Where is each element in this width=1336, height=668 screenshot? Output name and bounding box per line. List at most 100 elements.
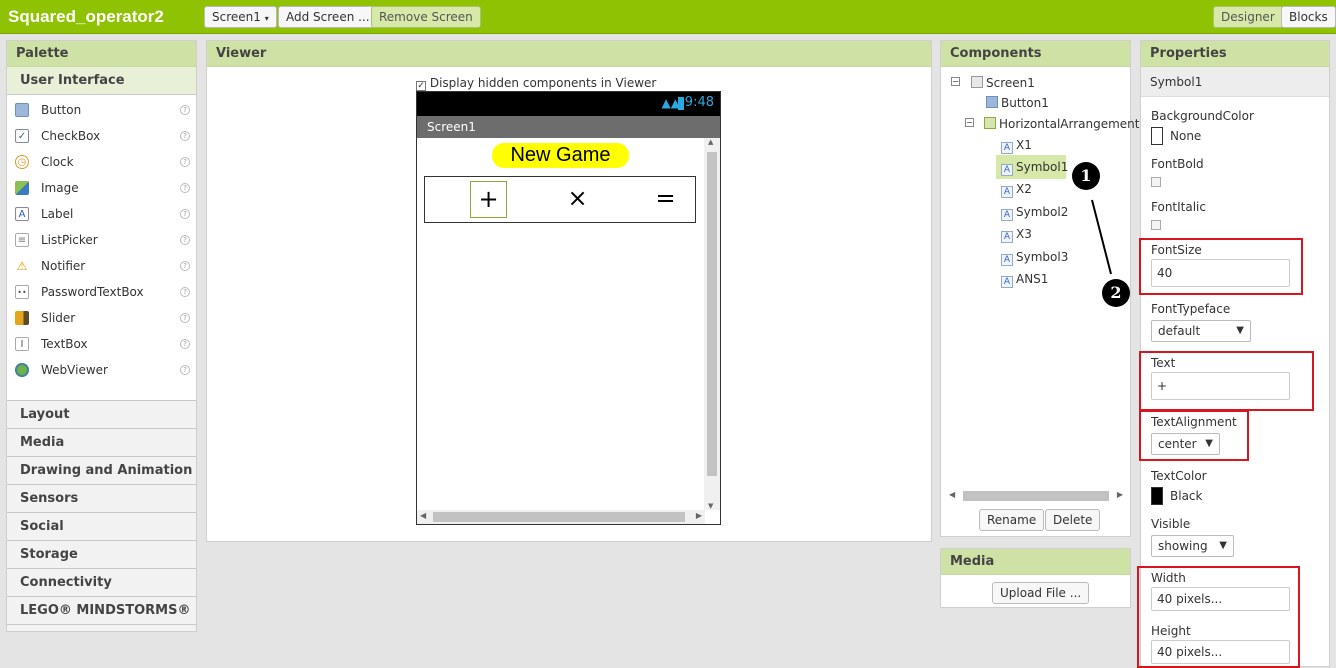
components-horizontal-scrollbar[interactable]: ◀ ▶: [947, 489, 1125, 503]
palette-item-slider[interactable]: Slider ?: [7, 305, 196, 331]
palette-category-storage[interactable]: Storage: [7, 541, 196, 569]
height-input[interactable]: 40 pixels...: [1151, 640, 1290, 664]
add-screen-button[interactable]: Add Screen ...: [278, 6, 378, 28]
slider-icon: [15, 311, 29, 325]
hidden-components-toggle[interactable]: ✓ Display hidden components in Viewer: [416, 76, 656, 91]
palette-category-social[interactable]: Social: [7, 513, 196, 541]
viewer-horizontal-scrollbar[interactable]: ◀ ▶: [417, 510, 705, 524]
tree-item-ans1[interactable]: A ANS1: [1001, 269, 1048, 289]
hidden-components-checkbox[interactable]: ✓: [416, 81, 426, 91]
new-game-button[interactable]: New Game: [492, 143, 629, 168]
help-icon[interactable]: ?: [180, 209, 190, 219]
scroll-up-icon[interactable]: ▲: [708, 138, 713, 146]
palette-item-listpicker[interactable]: ≡ ListPicker ?: [7, 227, 196, 253]
font-typeface-label: FontTypeface: [1151, 302, 1231, 316]
rename-button[interactable]: Rename: [979, 509, 1045, 531]
text-alignment-select[interactable]: center ▼: [1151, 433, 1220, 455]
palette-item-webviewer[interactable]: WebViewer ?: [7, 357, 196, 383]
button-icon: [986, 96, 998, 108]
palette-category-layout[interactable]: Layout: [7, 401, 196, 429]
palette-item-passwordtextbox[interactable]: •• PasswordTextBox ?: [7, 279, 196, 305]
screen-selector-button[interactable]: Screen1 ▾: [204, 6, 277, 28]
text-color-value[interactable]: Black: [1170, 489, 1202, 503]
label-icon: A: [1001, 186, 1013, 198]
collapse-icon[interactable]: −: [965, 118, 974, 127]
tree-item-symbol1[interactable]: A Symbol1: [996, 155, 1068, 179]
battery-icon: [678, 97, 684, 110]
symbol3-label[interactable]: =: [647, 181, 684, 218]
webviewer-icon: [15, 363, 29, 377]
scroll-left-icon[interactable]: ◀: [420, 511, 426, 520]
font-bold-checkbox[interactable]: [1151, 177, 1161, 187]
help-icon[interactable]: ?: [180, 105, 190, 115]
tree-item-symbol2[interactable]: A Symbol2: [1001, 202, 1068, 222]
font-italic-checkbox[interactable]: [1151, 220, 1161, 230]
help-icon[interactable]: ?: [180, 235, 190, 245]
palette-category-media[interactable]: Media: [7, 429, 196, 457]
background-color-label: BackgroundColor: [1151, 109, 1254, 123]
delete-button[interactable]: Delete: [1045, 509, 1101, 531]
palette-item-label: Clock: [41, 155, 74, 169]
symbol2-label[interactable]: ×: [559, 181, 596, 218]
blocks-button[interactable]: Blocks: [1281, 6, 1336, 28]
font-bold-label: FontBold: [1151, 157, 1204, 171]
palette-item-notifier[interactable]: ⚠ Notifier ?: [7, 253, 196, 279]
horizontal-arrangement[interactable]: + × =: [424, 176, 696, 223]
tree-item-x2[interactable]: A X2: [1001, 179, 1032, 199]
tree-item-horizontalarrangement1[interactable]: HorizontalArrangement1: [984, 114, 1147, 134]
palette-category-sensors[interactable]: Sensors: [7, 485, 196, 513]
scroll-down-icon[interactable]: ▼: [708, 502, 713, 510]
password-icon: ••: [15, 285, 29, 299]
collapse-icon[interactable]: −: [951, 77, 960, 86]
palette-category-connectivity[interactable]: Connectivity: [7, 569, 196, 597]
width-input[interactable]: 40 pixels...: [1151, 587, 1290, 611]
help-icon[interactable]: ?: [180, 183, 190, 193]
palette-category-drawing[interactable]: Drawing and Animation: [7, 457, 196, 485]
viewer-vertical-scrollbar[interactable]: ▲ ▼: [704, 138, 720, 510]
help-icon[interactable]: ?: [180, 313, 190, 323]
font-typeface-value: default: [1158, 324, 1201, 338]
help-icon[interactable]: ?: [180, 131, 190, 141]
font-size-input[interactable]: 40: [1151, 259, 1290, 287]
scrollbar-thumb[interactable]: [707, 152, 717, 476]
help-icon[interactable]: ?: [180, 157, 190, 167]
scroll-right-icon[interactable]: ▶: [696, 511, 702, 520]
visible-select[interactable]: showing ▼: [1151, 535, 1234, 557]
upload-file-button[interactable]: Upload File ...: [992, 582, 1090, 604]
symbol1-label[interactable]: +: [470, 181, 507, 218]
palette-item-button[interactable]: Button ?: [7, 97, 196, 123]
palette-item-textbox[interactable]: I TextBox ?: [7, 331, 196, 357]
scroll-left-icon[interactable]: ◀: [949, 490, 955, 499]
designer-button[interactable]: Designer: [1213, 6, 1283, 28]
scroll-right-icon[interactable]: ▶: [1117, 490, 1123, 499]
help-icon[interactable]: ?: [180, 365, 190, 375]
text-input[interactable]: +: [1151, 372, 1290, 400]
font-typeface-select[interactable]: default ▼: [1151, 320, 1251, 342]
help-icon[interactable]: ?: [180, 261, 190, 271]
tree-item-label: X2: [1016, 182, 1032, 196]
tree-item-screen1[interactable]: Screen1: [971, 73, 1035, 93]
screen-title-bar: Screen1: [417, 116, 720, 138]
remove-screen-button[interactable]: Remove Screen: [371, 6, 481, 28]
selected-component-name: Symbol1: [1141, 67, 1329, 97]
text-color-swatch[interactable]: [1151, 487, 1163, 505]
background-color-value[interactable]: None: [1170, 129, 1201, 143]
palette-item-label[interactable]: A Label ?: [7, 201, 196, 227]
scrollbar-thumb[interactable]: [433, 512, 685, 522]
tree-item-x1[interactable]: A X1: [1001, 135, 1032, 155]
help-icon[interactable]: ?: [180, 339, 190, 349]
palette-category-user-interface[interactable]: User Interface: [7, 67, 196, 95]
palette-item-clock[interactable]: ◷ Clock ?: [7, 149, 196, 175]
tree-item-x3[interactable]: A X3: [1001, 224, 1032, 244]
tree-item-button1[interactable]: Button1: [986, 93, 1049, 113]
listpicker-icon: ≡: [15, 233, 29, 247]
palette-category-lego[interactable]: LEGO® MINDSTORMS®: [7, 597, 196, 625]
background-color-swatch[interactable]: [1151, 127, 1163, 145]
palette-item-checkbox[interactable]: ✓ CheckBox ?: [7, 123, 196, 149]
tree-item-symbol3[interactable]: A Symbol3: [1001, 247, 1068, 267]
palette-item-label: TextBox: [41, 337, 88, 351]
help-icon[interactable]: ?: [180, 287, 190, 297]
scrollbar-thumb[interactable]: [963, 491, 1109, 501]
palette-item-image[interactable]: Image ?: [7, 175, 196, 201]
visible-label: Visible: [1151, 517, 1191, 531]
